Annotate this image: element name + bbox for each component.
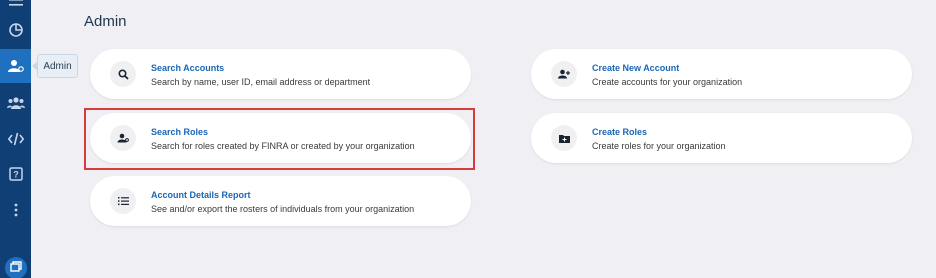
sidebar-item-dashboard[interactable]	[0, 13, 31, 47]
create-roles-desc: Create roles for your organization	[592, 141, 726, 151]
users-icon	[6, 96, 25, 110]
code-icon	[7, 132, 24, 146]
create-new-account-title[interactable]: Create New Account	[592, 63, 679, 73]
tooltip-label: Admin	[43, 60, 72, 72]
more-icon	[14, 203, 18, 217]
windows-icon	[4, 254, 28, 278]
search-icon	[110, 61, 136, 87]
account-details-report-desc: See and/or export the rosters of individ…	[151, 204, 415, 214]
help-icon: ?	[8, 167, 23, 181]
sidebar-item-windows[interactable]	[0, 254, 31, 278]
svg-text:?: ?	[13, 170, 19, 180]
search-roles-title[interactable]: Search Roles	[151, 127, 208, 137]
list-icon	[110, 188, 136, 214]
create-roles-card[interactable]: Create Roles Create roles for your organ…	[531, 113, 912, 163]
dashboard-icon	[8, 22, 24, 38]
search-accounts-title[interactable]: Search Accounts	[151, 63, 224, 73]
sidebar-item-more[interactable]	[0, 193, 31, 227]
folder-icon	[551, 125, 577, 151]
sidebar: ?	[0, 0, 31, 278]
add-user-icon	[551, 61, 577, 87]
page-title: Admin	[84, 13, 127, 30]
menu-icon	[8, 0, 23, 9]
create-new-account-desc: Create accounts for your organization	[592, 77, 743, 87]
sidebar-item-code[interactable]	[0, 122, 31, 156]
search-roles-card[interactable]: Search Roles Search for roles created by…	[90, 113, 471, 163]
search-roles-desc: Search for roles created by FINRA or cre…	[151, 141, 415, 151]
create-roles-title[interactable]: Create Roles	[592, 127, 647, 137]
account-details-report-title[interactable]: Account Details Report	[151, 190, 251, 200]
admin-icon	[7, 59, 24, 73]
role-search-icon	[110, 125, 136, 151]
search-accounts-card[interactable]: Search Accounts Search by name, user ID,…	[90, 49, 471, 99]
search-accounts-desc: Search by name, user ID, email address o…	[151, 77, 371, 87]
account-details-report-card[interactable]: Account Details Report See and/or export…	[90, 176, 471, 226]
sidebar-item-users[interactable]	[0, 86, 31, 120]
create-new-account-card[interactable]: Create New Account Create accounts for y…	[531, 49, 912, 99]
sidebar-item-help[interactable]: ?	[0, 157, 31, 191]
admin-tooltip: Admin	[32, 54, 78, 78]
sidebar-item-admin[interactable]	[0, 49, 31, 83]
